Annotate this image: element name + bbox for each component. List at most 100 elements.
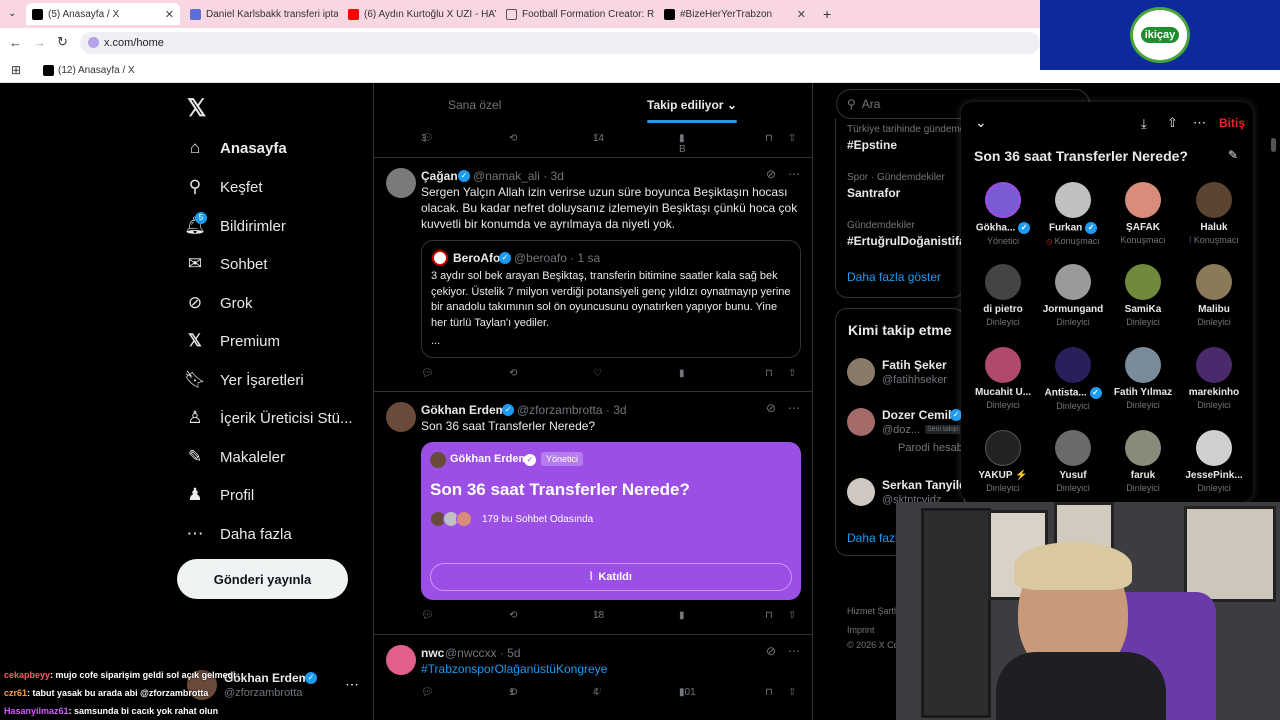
participant-name: SamiKa [1124,304,1162,315]
hashtag-link[interactable]: #TrabzonsporOlağanüstüKongreye [421,661,607,677]
tab-home[interactable]: (5) Anasayfa / X ✕ [26,3,180,25]
suggestion-handle: @fatihhseker [882,374,947,386]
space-participant[interactable]: Antista... ✓ Dinleyici [1038,347,1108,411]
url-field[interactable]: x.com/home [80,32,1040,54]
edit-icon[interactable]: ✎ [1228,148,1238,162]
tweet-author[interactable]: Gökhan Erdem [421,403,506,417]
x-favicon-icon [664,8,675,20]
grok-icon[interactable]: ⊘ [766,167,776,181]
follows-you-badge: Seni takip [925,425,960,434]
tweet-author[interactable]: Çağan [421,169,458,183]
nav-more[interactable]: ⋯ Daha fazla [186,521,292,547]
space-participant[interactable]: Malibu Dinleyici [1179,264,1249,327]
joined-button[interactable]: ⦚ Katıldı [430,563,792,591]
tab-label: (6) Aydın Kurtoğlu X UZI - HAYI [364,8,496,20]
participant-name: Haluk [1200,222,1228,233]
heart-icon: ♡ [593,368,602,379]
nav-articles[interactable]: ✎ Makaleler [186,444,285,470]
follow-suggestion[interactable]: Dozer Cemil ✓ @doz... Seni takip Parodi … [847,406,967,462]
more-icon[interactable]: ⋯ [788,644,800,658]
chevron-down-icon[interactable]: ⌄ [975,114,987,131]
scrollbar[interactable] [1271,138,1276,152]
avatar [432,250,448,266]
close-icon[interactable]: ✕ [165,8,174,21]
tweet[interactable]: Gökhan Erdem ✓ @zforzambrotta · 3d ⊘ ⋯ S… [374,392,812,634]
avatar [1125,430,1161,466]
reload-icon[interactable]: ↻ [57,34,68,50]
more-icon[interactable]: ⋯ [1193,115,1206,131]
space-participant[interactable]: faruk Dinleyici [1108,430,1178,493]
space-card[interactable]: Gökhan Erdem ✓ Yönetici Son 36 saat Tran… [421,442,801,600]
nav-premium[interactable]: 𝕏 Premium [186,328,280,354]
tab-trabzon[interactable]: #BizeHerYerTrabzon ✕ [658,3,812,25]
post-button[interactable]: Gönderi yayınla [177,559,348,599]
space-participant[interactable]: marekinho Dinleyici [1179,347,1249,410]
who-to-follow-title: Kimi takip etme [848,322,952,338]
space-participant[interactable]: JessePink... Dinleyici [1179,430,1249,493]
end-space-button[interactable]: Bitiş [1219,116,1245,130]
space-participant[interactable]: YAKUP ⚡ Dinleyici [968,430,1038,493]
trend-topic[interactable]: #ErtuğrulDoğanistifa [847,234,966,248]
grok-icon[interactable]: ⊘ [766,644,776,658]
footer-link[interactable]: Imprint [847,625,875,635]
participant-role: ⦸ Konuşmacı [1046,236,1100,246]
tab-following[interactable]: Takip ediliyor ⌄ [647,98,737,112]
forward-icon[interactable]: → [33,35,46,50]
nav-notifications[interactable]: 🔔︎ 5 Bildirimler [184,212,286,239]
tab-karlsbakk[interactable]: Daniel Karlsbakk transferi iptal o ✕ [184,3,338,25]
x-logo-icon[interactable]: 𝕏 [187,94,206,123]
quote-tweet[interactable]: BeroAfo ✓ @beroafo · 1 sa 3 aydır sol be… [421,240,801,358]
nav-explore[interactable]: ⚲ Keşfet [186,174,263,200]
more-icon[interactable]: ⋯ [788,401,800,415]
space-participant[interactable]: Jormungand Dinleyici [1038,264,1108,327]
tab-for-you[interactable]: Sana özel [448,98,501,112]
new-tab-button[interactable]: + [823,6,831,22]
space-participant[interactable]: Fatih Yılmaz Dinleyici [1108,347,1178,410]
participant-role: Konuşmacı [1120,235,1166,245]
nav-creator-studio[interactable]: ♙ İçerik Üreticisi Stü... [186,405,352,431]
nav-messages[interactable]: ✉ Sohbet [186,251,268,277]
share-icon[interactable]: ⇧ [1167,115,1178,131]
trend-topic[interactable]: #Epstine [847,138,897,152]
space-participant[interactable]: Gökha... ✓ Yönetici [968,182,1038,246]
show-more-link[interactable]: Daha fazla göster [847,270,941,284]
nav-bookmarks[interactable]: 🔖︎ Yer İşaretleri [184,367,303,393]
close-icon[interactable]: ✕ [797,8,806,21]
tab-youtube[interactable]: (6) Aydın Kurtoğlu X UZI - HAYI ✕ [342,3,496,25]
account-handle: @zforzambrotta [224,687,303,699]
space-participant[interactable]: Furkan ✓ ⦸ Konuşmacı [1038,182,1108,247]
space-participant[interactable]: Mucahit U... Dinleyici [968,347,1038,410]
tweet[interactable]: nwc @nwccxx · 5d ⊘ ⋯ #TrabzonsporOlağanü… [374,635,812,720]
apps-grid-icon[interactable]: ⊞ [11,63,21,77]
back-icon[interactable]: ← [9,35,22,50]
space-participant[interactable]: di pietro Dinleyici [968,264,1038,327]
nav-grok[interactable]: ⊘ Grok [186,290,253,316]
avatar [1055,347,1091,383]
nav-profile[interactable]: ♟ Profil [186,482,254,508]
space-participant[interactable]: Haluk ⦚ Konuşmacı [1179,182,1249,246]
bookmark-item[interactable]: (12) Anasayfa / X [58,65,135,76]
tab-formation[interactable]: Football Formation Creator: Re ✕ [500,3,654,25]
more-icon[interactable]: ⋯ [345,676,359,693]
space-participant[interactable]: SamiKa Dinleyici [1108,264,1178,327]
avatar [1125,347,1161,383]
views-count: 1 B [679,133,686,155]
tweet[interactable]: Çağan ✓ @namak_ali · 3d ⊘ ⋯ Sergen Yalçı… [374,158,812,391]
participant-name: Furkan ✓ [1038,222,1108,234]
follow-suggestion[interactable]: Fatih Şeker @fatihhseker [847,356,967,392]
trend-topic[interactable]: Santrafor [847,186,900,200]
nav-label: Profil [220,486,255,504]
nav-home[interactable]: ⌂ Anasayfa [186,135,287,161]
avatar [1196,430,1232,466]
share-icon: ⇧ [788,687,797,698]
minimize-icon[interactable]: ⤓ [1141,116,1147,132]
space-participant[interactable]: Yusuf Dinleyici [1038,430,1108,493]
more-icon[interactable]: ⋯ [788,167,800,181]
space-participant[interactable]: ŞAFAK Konuşmacı [1108,182,1178,245]
tab-search-icon[interactable]: ⌄ [8,8,16,19]
show-more-link[interactable]: Daha fazl [847,531,898,545]
grok-icon[interactable]: ⊘ [766,401,776,415]
tweet-handle: @namak_ali · 3d [473,169,564,183]
site-info-icon[interactable] [88,37,99,48]
tweet-author[interactable]: nwc [421,646,444,660]
